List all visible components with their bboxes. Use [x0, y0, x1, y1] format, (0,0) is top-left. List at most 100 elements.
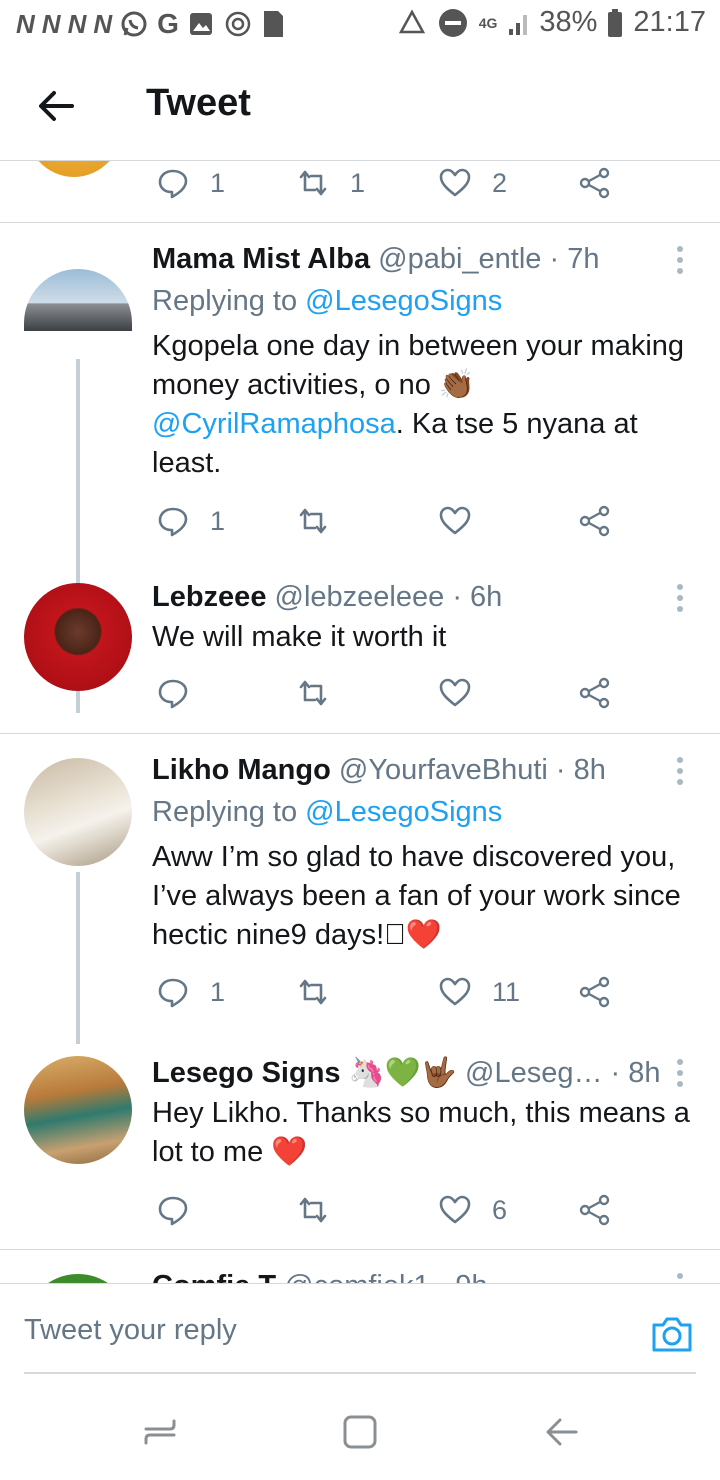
like-button[interactable]: 11 — [438, 970, 520, 1014]
display-name[interactable]: Likho Mango — [152, 754, 331, 786]
reply-button[interactable]: 1 — [156, 161, 225, 205]
tweet-item[interactable]: Lebzeee @lebzeeleee · 6h We will make it… — [0, 563, 720, 733]
tweet-text: Kgopela one day in between your making m… — [152, 327, 702, 483]
reply-button[interactable]: 1 — [156, 970, 225, 1014]
reply-icon — [158, 1196, 188, 1226]
reply-icon — [158, 679, 188, 709]
like-button[interactable]: 6 — [438, 1188, 507, 1232]
reply-count: 1 — [210, 505, 226, 536]
more-options-button[interactable] — [676, 245, 684, 275]
camera-button[interactable] — [650, 1314, 694, 1354]
share-button[interactable] — [578, 161, 612, 205]
app-header: Tweet — [0, 52, 720, 161]
system-back-button[interactable] — [542, 1412, 582, 1452]
display-name[interactable]: Lebzeee — [152, 581, 266, 613]
tweet-item[interactable]: Likho Mango @YourfaveBhuti · 8h Replying… — [0, 734, 720, 1044]
user-handle[interactable]: @pabi_entle — [378, 243, 541, 275]
user-handle[interactable]: @Leseg… — [465, 1057, 602, 1089]
reply-input[interactable]: Tweet your reply — [24, 1314, 237, 1347]
tweet-header: Comfie T @comfiek1 · 9h — [152, 1270, 488, 1283]
do-not-disturb-icon — [438, 8, 467, 37]
avatar[interactable] — [24, 1056, 132, 1164]
sd-card-icon — [263, 11, 283, 37]
more-vertical-icon — [677, 1273, 683, 1279]
page-title: Tweet — [146, 82, 251, 124]
tweet-actions — [152, 671, 672, 715]
tweet-header: Mama Mist Alba @pabi_entle · 7h — [152, 243, 599, 276]
gallery-icon — [189, 13, 212, 35]
more-options-button[interactable] — [676, 583, 684, 613]
avatar[interactable] — [24, 583, 132, 691]
retweet-button[interactable] — [296, 970, 330, 1014]
retweet-icon — [299, 1197, 327, 1223]
system-nav-bar — [0, 1376, 720, 1480]
reply-feed[interactable]: 1 1 2 Mama Mist Alba @pabi_entle · 7h Re… — [0, 161, 720, 1283]
user-handle[interactable]: @lebzeeleee — [275, 581, 445, 613]
user-handle[interactable]: @YourfaveBhuti — [339, 754, 548, 786]
whatsapp-icon — [121, 11, 147, 37]
more-options-button[interactable] — [676, 1058, 684, 1088]
notif-n-icon: N — [41, 8, 61, 39]
share-button[interactable] — [578, 1188, 612, 1232]
recent-apps-button[interactable] — [140, 1412, 180, 1452]
like-button[interactable] — [438, 499, 472, 543]
retweet-button[interactable] — [296, 499, 330, 543]
more-options-button[interactable] — [676, 1272, 684, 1283]
like-button[interactable]: 2 — [438, 161, 507, 205]
tweet-actions: 1 — [152, 499, 672, 543]
retweet-button[interactable] — [296, 671, 330, 715]
reply-icon — [158, 507, 188, 537]
google-icon: G — [157, 8, 179, 39]
share-icon — [579, 167, 610, 199]
tweet-text: We will make it worth it — [152, 621, 447, 653]
share-button[interactable] — [578, 499, 612, 543]
arrow-left-icon — [39, 91, 74, 121]
reply-button[interactable] — [156, 671, 190, 715]
more-options-button[interactable] — [676, 756, 684, 786]
tweet-item[interactable]: Lesego Signs 🦄💚🤟🏾 @Leseg… · 8h Hey Likho… — [0, 1044, 720, 1249]
share-button[interactable] — [578, 970, 612, 1014]
display-name[interactable]: Mama Mist Alba — [152, 243, 370, 275]
avatar[interactable] — [24, 1274, 132, 1283]
reply-input-underline — [24, 1372, 696, 1374]
tweet-actions: 1 1 2 — [152, 161, 672, 205]
mention-link[interactable]: @CyrilRamaphosa — [152, 408, 396, 440]
avatar[interactable] — [24, 161, 124, 177]
share-icon — [579, 1194, 610, 1226]
tweet-time: · 7h — [549, 243, 600, 275]
reply-icon — [158, 978, 188, 1008]
reply-button[interactable]: 1 — [156, 499, 225, 543]
clock: 21:17 — [633, 6, 706, 38]
notif-n-icon: N — [93, 8, 112, 39]
tweet-item[interactable]: Comfie T @comfiek1 · 9h — [0, 1250, 720, 1283]
replying-to: Replying to @LesegoSigns — [152, 796, 502, 829]
retweet-count: 1 — [350, 167, 366, 198]
replying-to-link[interactable]: @LesegoSigns — [305, 796, 502, 828]
user-handle[interactable]: @comfiek1 — [284, 1270, 429, 1283]
tweet-time: · 9h — [438, 1270, 488, 1283]
tweet-time: · 8h — [555, 754, 606, 786]
avatar[interactable] — [24, 758, 132, 866]
share-button[interactable] — [578, 671, 612, 715]
battery-icon — [608, 8, 623, 37]
like-button[interactable] — [438, 671, 472, 715]
display-name[interactable]: Lesego Signs 🦄💚🤟🏾 — [152, 1057, 457, 1089]
retweet-button[interactable] — [296, 1188, 330, 1232]
retweet-icon — [299, 508, 327, 534]
more-vertical-icon — [677, 246, 683, 274]
tweet-text: Aww I’m so glad to have discovered you, … — [152, 841, 681, 951]
recycle-icon — [398, 8, 425, 33]
home-button[interactable] — [340, 1412, 380, 1452]
retweet-button[interactable]: 1 — [296, 161, 365, 205]
more-vertical-icon — [677, 584, 683, 612]
home-icon — [343, 1415, 377, 1449]
back-button[interactable] — [34, 84, 78, 128]
tweet-actions: 1 11 — [152, 970, 672, 1014]
display-name[interactable]: Comfie T — [152, 1270, 276, 1283]
like-count: 2 — [492, 167, 508, 198]
reply-button[interactable] — [156, 1188, 190, 1232]
replying-to-link[interactable]: @LesegoSigns — [305, 285, 502, 317]
heart-icon — [439, 678, 471, 707]
recent-apps-icon — [144, 1419, 176, 1445]
avatar[interactable] — [24, 269, 132, 331]
